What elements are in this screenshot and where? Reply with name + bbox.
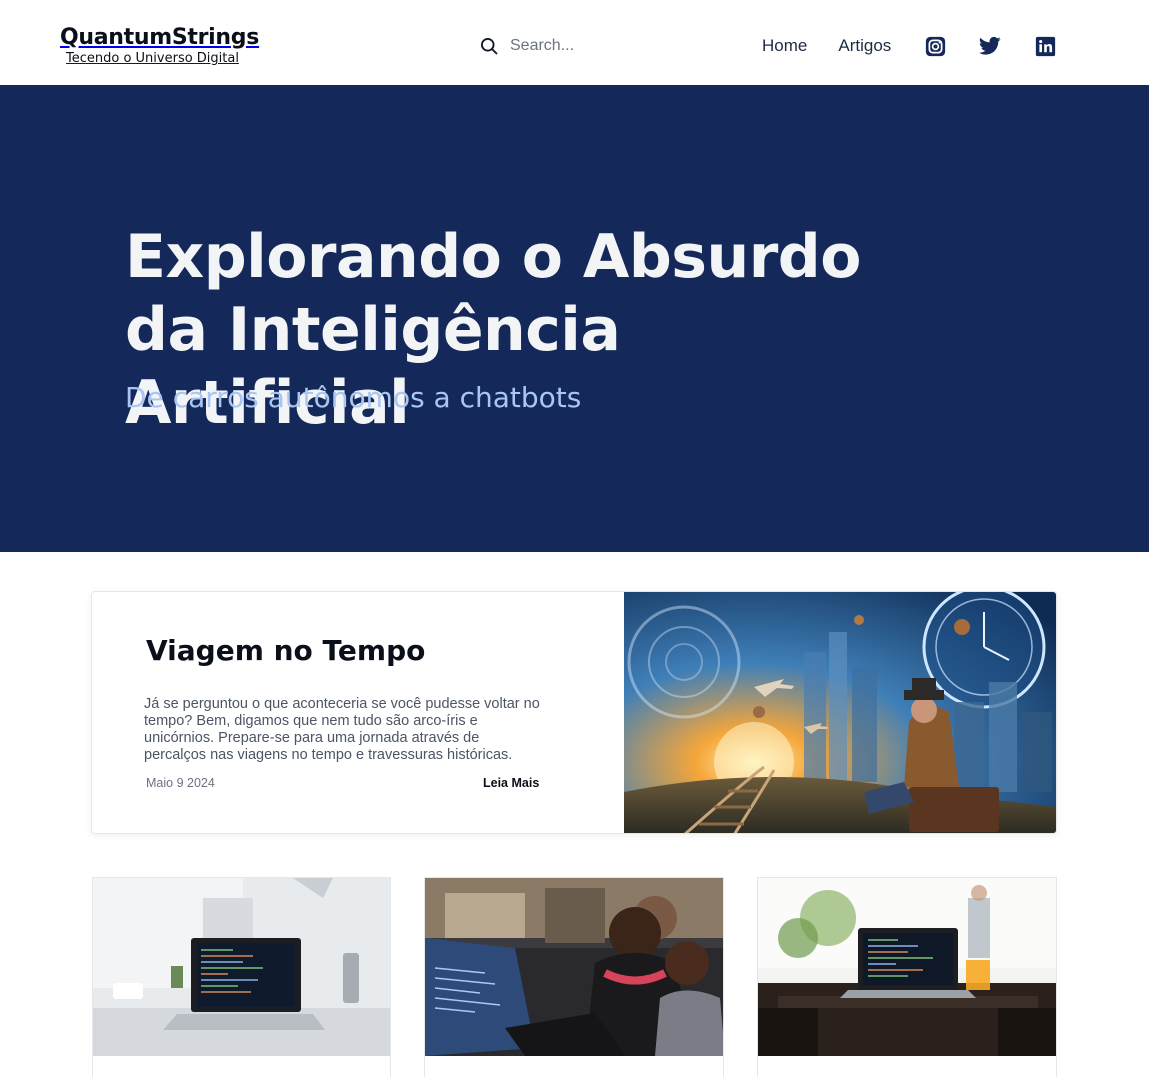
linkedin-icon[interactable] <box>1034 35 1056 57</box>
brand-logo[interactable]: QuantumStrings Tecendo o Universo Digita… <box>60 24 259 66</box>
article-card-image[interactable] <box>93 878 390 1056</box>
brand-tagline: Tecendo o Universo Digital <box>66 51 239 66</box>
featured-article-image[interactable] <box>624 592 1056 833</box>
article-card[interactable] <box>757 877 1057 1077</box>
article-card-image[interactable] <box>425 878 723 1056</box>
featured-article-title[interactable]: Viagem no Tempo <box>146 634 425 667</box>
featured-article-date: Maio 9 2024 <box>146 776 215 790</box>
featured-article-excerpt: Já se perguntou o que aconteceria se voc… <box>144 696 540 763</box>
brand-name: QuantumStrings <box>60 25 260 50</box>
search-bar <box>478 34 678 58</box>
search-input[interactable] <box>510 37 670 55</box>
instagram-icon[interactable] <box>924 35 946 57</box>
hero-subtitle: De carros autônomos a chatbots <box>125 381 582 414</box>
search-icon[interactable] <box>478 35 500 57</box>
featured-article-card[interactable]: Viagem no Tempo Já se perguntou o que ac… <box>91 591 1057 834</box>
nav-home-link[interactable]: Home <box>762 35 807 57</box>
article-card-image[interactable] <box>758 878 1056 1056</box>
article-card[interactable] <box>92 877 391 1077</box>
article-card[interactable] <box>424 877 724 1077</box>
site-header: QuantumStrings Tecendo o Universo Digita… <box>0 0 1149 85</box>
hero-banner: Explorando o Absurdo da Inteligência Art… <box>0 85 1149 552</box>
nav-articles-link[interactable]: Artigos <box>838 35 891 57</box>
main-nav: Home Artigos <box>762 35 891 57</box>
twitter-icon[interactable] <box>979 35 1001 57</box>
read-more-link[interactable]: Leia Mais <box>483 776 539 790</box>
